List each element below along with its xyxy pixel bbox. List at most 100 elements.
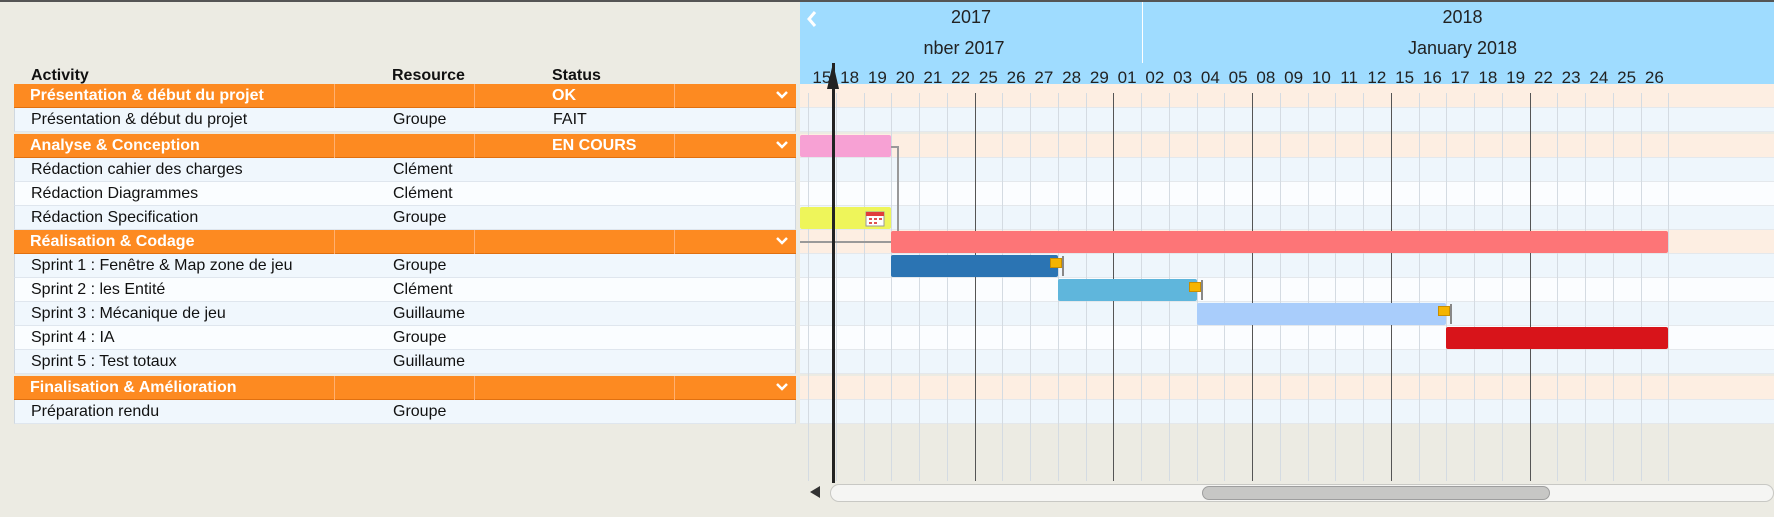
day-gridline (946, 93, 948, 481)
column-header-resource[interactable]: Resource (392, 67, 465, 85)
group-row[interactable]: Analyse & Conception EN COURS (14, 134, 796, 158)
day-gridline (1363, 93, 1364, 481)
chevron-left-icon[interactable] (804, 9, 820, 29)
milestone-flag-icon[interactable] (1049, 258, 1062, 268)
task-row[interactable]: Sprint 5 : Test totaux Guillaume (14, 350, 796, 374)
day-gridline (1474, 93, 1475, 481)
month-january-2018: January 2018 (1143, 33, 1774, 63)
resource-cell: Groupe (393, 257, 447, 274)
task-row[interactable]: Présentation & début du projet Groupe FAIT (14, 108, 796, 132)
today-line (832, 63, 835, 483)
task-bar[interactable] (1446, 327, 1669, 349)
calendar-icon[interactable] (865, 209, 885, 232)
resource-cell: Groupe (393, 209, 447, 226)
column-separator (334, 134, 335, 158)
task-bar[interactable] (800, 135, 892, 157)
year-2018: 2018 (1143, 2, 1774, 33)
year-2017: 2017 (800, 2, 1143, 33)
week-gridline (1252, 93, 1253, 481)
resource-cell: Clément (393, 185, 453, 202)
resource-cell (392, 230, 542, 254)
status-cell (553, 302, 753, 326)
chevron-down-icon[interactable] (774, 87, 790, 103)
day-gridline (1501, 93, 1503, 481)
activity-cell: Sprint 4 : IA (31, 329, 115, 346)
task-bar[interactable] (891, 255, 1058, 277)
day-gridline (919, 93, 920, 481)
column-separator (474, 134, 475, 158)
activity-cell: Sprint 2 : les Entité (31, 281, 166, 298)
week-gridline (974, 93, 976, 481)
activity-cell: Réalisation & Codage (30, 233, 195, 250)
week-gridline (1529, 93, 1531, 481)
day-gridline (1668, 93, 1670, 481)
day-gridline (1002, 93, 1004, 481)
resource-cell: Groupe (393, 111, 447, 128)
group-row[interactable]: Finalisation & Amélioration (14, 376, 796, 400)
status-cell (553, 350, 753, 374)
task-row[interactable]: Rédaction Diagrammes Clément (14, 182, 796, 206)
dependency-link (800, 241, 892, 243)
day-gridline (1585, 93, 1586, 481)
task-bar[interactable] (1196, 303, 1447, 325)
scrollbar-thumb[interactable] (1202, 486, 1550, 500)
task-row[interactable]: Sprint 4 : IA Groupe (14, 326, 796, 350)
status-cell (552, 376, 752, 400)
gantt-chart: 2017 2018 nber 2017 January 2018 15 18 19 2… (800, 0, 1774, 517)
status-cell: OK (552, 87, 576, 104)
activity-cell: Présentation & début du projet (30, 87, 264, 104)
resource-cell (392, 84, 542, 108)
milestone-flag-icon[interactable] (1188, 282, 1201, 292)
status-cell (552, 230, 752, 254)
resource-cell: Clément (393, 281, 453, 298)
milestone-pole (1061, 256, 1064, 276)
month-header: nber 2017 January 2018 (800, 33, 1774, 63)
column-separator (674, 84, 675, 108)
resource-cell (392, 376, 542, 400)
column-header-activity[interactable]: Activity (31, 67, 89, 85)
column-separator (334, 230, 335, 254)
task-row[interactable]: Rédaction Specification Groupe (14, 206, 796, 230)
status-cell: EN COURS (552, 137, 637, 154)
status-cell (553, 400, 753, 424)
chevron-down-icon[interactable] (774, 137, 790, 153)
resource-cell: Groupe (393, 329, 447, 346)
day-gridline (1418, 93, 1420, 481)
status-cell (553, 254, 753, 278)
activity-cell: Sprint 1 : Fenêtre & Map zone de jeu (31, 257, 293, 274)
task-bar[interactable] (891, 231, 1669, 253)
task-row[interactable]: Sprint 1 : Fenêtre & Map zone de jeu Grou… (14, 254, 796, 278)
resource-cell: Clément (393, 161, 453, 178)
scroll-left-icon[interactable] (808, 485, 822, 499)
task-row[interactable]: Sprint 2 : les Entité Clément (14, 278, 796, 302)
column-separator (334, 84, 335, 108)
dependency-link (897, 146, 900, 236)
activity-cell: Présentation & début du projet (31, 111, 248, 128)
status-cell (553, 278, 753, 302)
column-header-status[interactable]: Status (552, 67, 601, 85)
activity-grid: Activity Resource Status Présentation & … (0, 0, 800, 517)
today-marker[interactable] (827, 63, 839, 89)
activity-cell: Finalisation & Amélioration (30, 379, 237, 396)
milestone-pole (1450, 304, 1453, 324)
group-row[interactable]: Réalisation & Codage (14, 230, 796, 254)
day-gridline (891, 93, 893, 481)
day-gridline (1612, 93, 1614, 481)
column-separator (674, 230, 675, 254)
day-gridline (1446, 93, 1448, 481)
chevron-down-icon[interactable] (774, 233, 790, 249)
milestone-flag-icon[interactable] (1438, 306, 1451, 316)
month-previous: nber 2017 (800, 33, 1143, 63)
group-row[interactable]: Présentation & début du projet OK (14, 84, 796, 108)
task-row[interactable]: Préparation rendu Groupe (14, 400, 796, 424)
day-gridline (1335, 93, 1337, 481)
task-bar[interactable] (1057, 279, 1197, 301)
column-separator (674, 134, 675, 158)
day-gridline (1224, 93, 1226, 481)
chevron-down-icon[interactable] (774, 379, 790, 395)
status-cell (553, 158, 753, 182)
status-cell: FAIT (553, 111, 587, 128)
activity-cell: Sprint 3 : Mécanique de jeu (31, 305, 226, 322)
task-row[interactable]: Rédaction cahier des charges Clément (14, 158, 796, 182)
task-row[interactable]: Sprint 3 : Mécanique de jeu Guillaume (14, 302, 796, 326)
